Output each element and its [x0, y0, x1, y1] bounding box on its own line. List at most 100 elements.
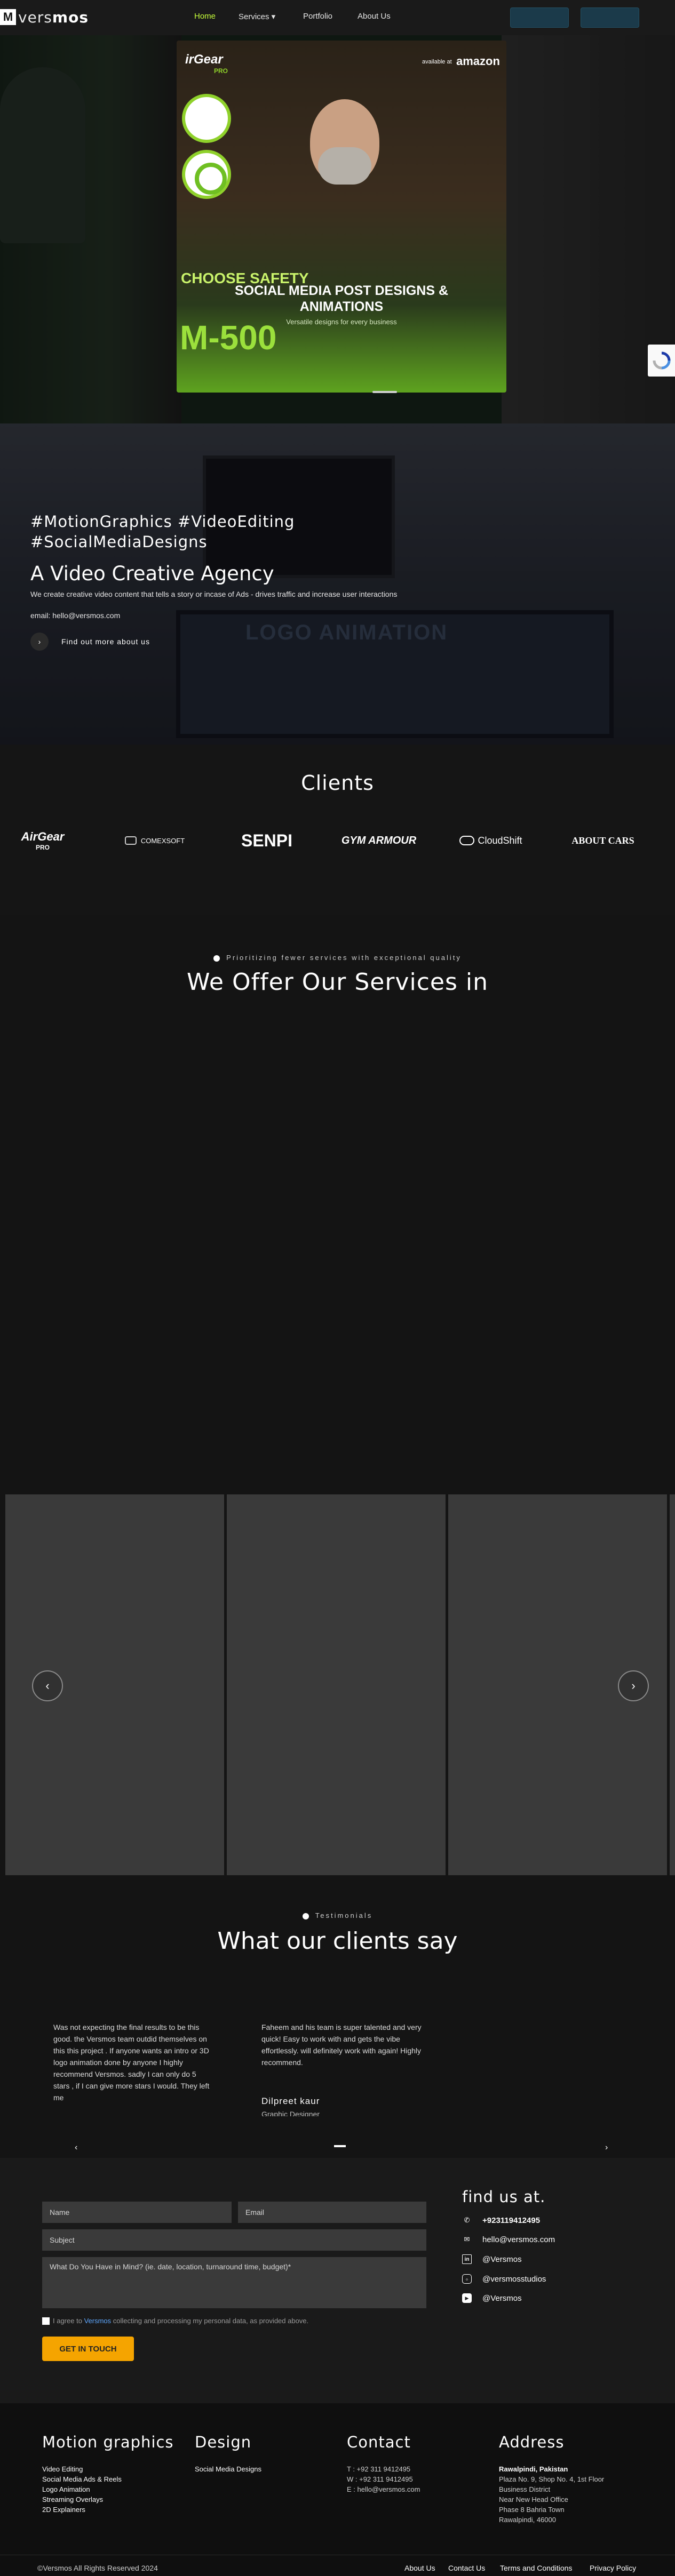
- consent-brand: Versmos: [84, 2317, 112, 2325]
- hero-slide-title: SOCIAL MEDIA POST DESIGNS & ANIMATIONS: [177, 283, 506, 315]
- find-us-title: find us at.: [462, 2188, 546, 2206]
- footer-link[interactable]: Social Media Ads & Reels: [42, 2474, 122, 2484]
- client-logo-cloudshift-text: CloudShift: [478, 835, 522, 846]
- hero-slider: irGear PRO available at amazon CHOOSE SA…: [0, 35, 675, 423]
- recycle-badge-icon: [182, 150, 231, 199]
- hero-slide[interactable]: irGear PRO available at amazon CHOOSE SA…: [177, 41, 506, 393]
- recaptcha-badge[interactable]: [648, 345, 675, 377]
- service-card[interactable]: [670, 1494, 675, 1875]
- hero-slider-pagination[interactable]: [372, 391, 397, 393]
- client-logo-airgear-text: AirGear: [21, 830, 65, 843]
- nav-services[interactable]: Services ▾: [239, 12, 275, 21]
- testimonial-quote-2: Faheem and his team is super talented an…: [261, 2023, 422, 2067]
- contact-youtube[interactable]: ▶ @Versmos: [462, 2292, 522, 2304]
- services-kicker-text: Prioritizing fewer services with excepti…: [226, 954, 462, 962]
- footer-link[interactable]: Logo Animation: [42, 2484, 122, 2494]
- available-at-text: available at: [422, 59, 452, 65]
- client-logo-senpi: SENPI: [241, 830, 293, 850]
- testimonial-pagination[interactable]: [334, 2145, 346, 2147]
- footer-address-city: Rawalpindi, Pakistan: [499, 2465, 568, 2473]
- agency-email[interactable]: email: hello@versmos.com: [30, 611, 120, 620]
- instagram-icon: ◦: [462, 2274, 472, 2284]
- contact-instagram[interactable]: ◦ @versmosstudios: [462, 2273, 546, 2285]
- contact-phone-text: +923119412495: [482, 2215, 541, 2225]
- logo-mark: M: [0, 9, 16, 25]
- hero-title-line-1: SOCIAL MEDIA POST DESIGNS &: [234, 283, 449, 298]
- services-title: We Offer Our Services in: [187, 969, 488, 996]
- footer-whatsapp[interactable]: W : +92 311 9412495: [347, 2474, 420, 2484]
- testimonials-kicker: Testimonials: [0, 1911, 675, 1919]
- footer-bottom-link-privacy[interactable]: Privacy Policy: [590, 2564, 636, 2572]
- footer-bottom-link-terms[interactable]: Terms and Conditions: [500, 2564, 572, 2572]
- footer-bottom-link-about[interactable]: About Us: [404, 2564, 435, 2572]
- youtube-icon: ▶: [462, 2293, 472, 2303]
- footer-link[interactable]: 2D Explainers: [42, 2505, 122, 2515]
- contact-email[interactable]: ✉ hello@versmos.com: [462, 2234, 555, 2245]
- service-card[interactable]: [227, 1494, 446, 1875]
- bullet-dot-icon: [302, 1913, 309, 1919]
- client-logo-comexsoft-text: COMEXSOFT: [140, 836, 185, 845]
- clients-title: Clients: [301, 771, 374, 795]
- cloud-icon: [459, 836, 475, 845]
- client-logo-comexsoft: COMEXSOFT: [112, 827, 197, 854]
- client-logo-airgear-sub: PRO: [35, 844, 50, 851]
- agency-section: LOGO ANIMATION #MotionGraphics #VideoEdi…: [0, 423, 675, 745]
- consent-checkbox-row[interactable]: I agree to Versmos collecting and proces…: [42, 2317, 308, 2325]
- carousel-next-button[interactable]: ›: [618, 1670, 649, 1701]
- footer-bottom-link-contact[interactable]: Contact Us: [448, 2564, 485, 2572]
- footer-link[interactable]: Streaming Overlays: [42, 2494, 122, 2505]
- testimonial-next-icon[interactable]: ›: [605, 2143, 608, 2153]
- name-field[interactable]: [42, 2202, 232, 2223]
- nav-action-button-1[interactable]: [510, 7, 569, 28]
- client-logo-cloudshift: CloudShift: [448, 827, 534, 854]
- mail-icon: ✉: [464, 2235, 470, 2243]
- footer-phone[interactable]: T : +92 311 9412495: [347, 2464, 420, 2474]
- logo-text-b: mos: [52, 8, 89, 26]
- nav-action-button-2[interactable]: [581, 7, 639, 28]
- footer-contact-info: T : +92 311 9412495 W : +92 311 9412495 …: [347, 2464, 420, 2494]
- find-out-more-button[interactable]: › Find out more about us: [30, 633, 150, 651]
- copyright-text: ©Versmos All Rights Reserved 2024: [37, 2564, 158, 2572]
- nav-home[interactable]: Home: [194, 12, 216, 21]
- footer-contact-title: Contact: [347, 2433, 411, 2451]
- get-in-touch-button[interactable]: GET IN TOUCH: [42, 2337, 134, 2361]
- client-logo-about-cars: ABOUT CARS: [571, 835, 634, 846]
- testimonial-prev-icon[interactable]: ‹: [75, 2143, 77, 2153]
- bullet-dot-icon: [213, 955, 220, 962]
- contact-phone[interactable]: ✆ +923119412495: [462, 2214, 541, 2226]
- email-field[interactable]: [238, 2202, 426, 2223]
- airgear-pro: PRO: [214, 67, 228, 75]
- airgear-text: irGear: [185, 52, 223, 67]
- hashtag-line-1: #MotionGraphics #VideoEditing: [30, 513, 295, 531]
- consent-checkbox[interactable]: [42, 2317, 50, 2325]
- footer-email[interactable]: E : hello@versmos.com: [347, 2484, 420, 2494]
- carousel-prev-button[interactable]: ‹: [32, 1670, 63, 1701]
- find-out-more-label: Find out more about us: [61, 637, 150, 646]
- services-section: Prioritizing fewer services with excepti…: [0, 915, 675, 1881]
- agency-hashtags: #MotionGraphics #VideoEditing #SocialMed…: [30, 511, 295, 552]
- footer-link[interactable]: Video Editing: [42, 2464, 122, 2474]
- logo-text-a: vers: [18, 8, 52, 26]
- versmos-logo[interactable]: M versmos: [0, 8, 89, 26]
- footer-link[interactable]: Social Media Designs: [195, 2464, 261, 2474]
- hero-title-line-2: ANIMATIONS: [299, 299, 384, 314]
- contact-section: I agree to Versmos collecting and proces…: [0, 2158, 675, 2403]
- approved-badge-icon: [182, 94, 231, 143]
- respirator-mask-image: [318, 147, 371, 185]
- nav-about-us[interactable]: About Us: [358, 12, 391, 21]
- contact-linkedin[interactable]: in @Versmos: [462, 2253, 522, 2265]
- site-footer: Motion graphics Video Editing Social Med…: [0, 2403, 675, 2576]
- testimonial-author-name: Dilpreet kaur: [261, 2096, 320, 2106]
- subject-field[interactable]: [42, 2229, 426, 2251]
- contact-instagram-text: @versmosstudios: [482, 2274, 546, 2284]
- top-navbar: M versmos Home Services ▾ Portfolio Abou…: [0, 0, 675, 35]
- arrow-right-icon: ›: [30, 633, 49, 651]
- message-field[interactable]: [42, 2257, 426, 2308]
- footer-address-line: Near New Head Office: [499, 2495, 568, 2503]
- hero-slide-subtitle: Versatile designs for every business: [286, 318, 397, 326]
- contact-linkedin-text: @Versmos: [482, 2254, 522, 2264]
- footer-address-title: Address: [499, 2433, 565, 2451]
- footer-address: Rawalpindi, Pakistan Plaza No. 9, Shop N…: [499, 2464, 604, 2525]
- agency-title: A Video Creative Agency: [30, 562, 274, 585]
- nav-portfolio[interactable]: Portfolio: [303, 12, 332, 21]
